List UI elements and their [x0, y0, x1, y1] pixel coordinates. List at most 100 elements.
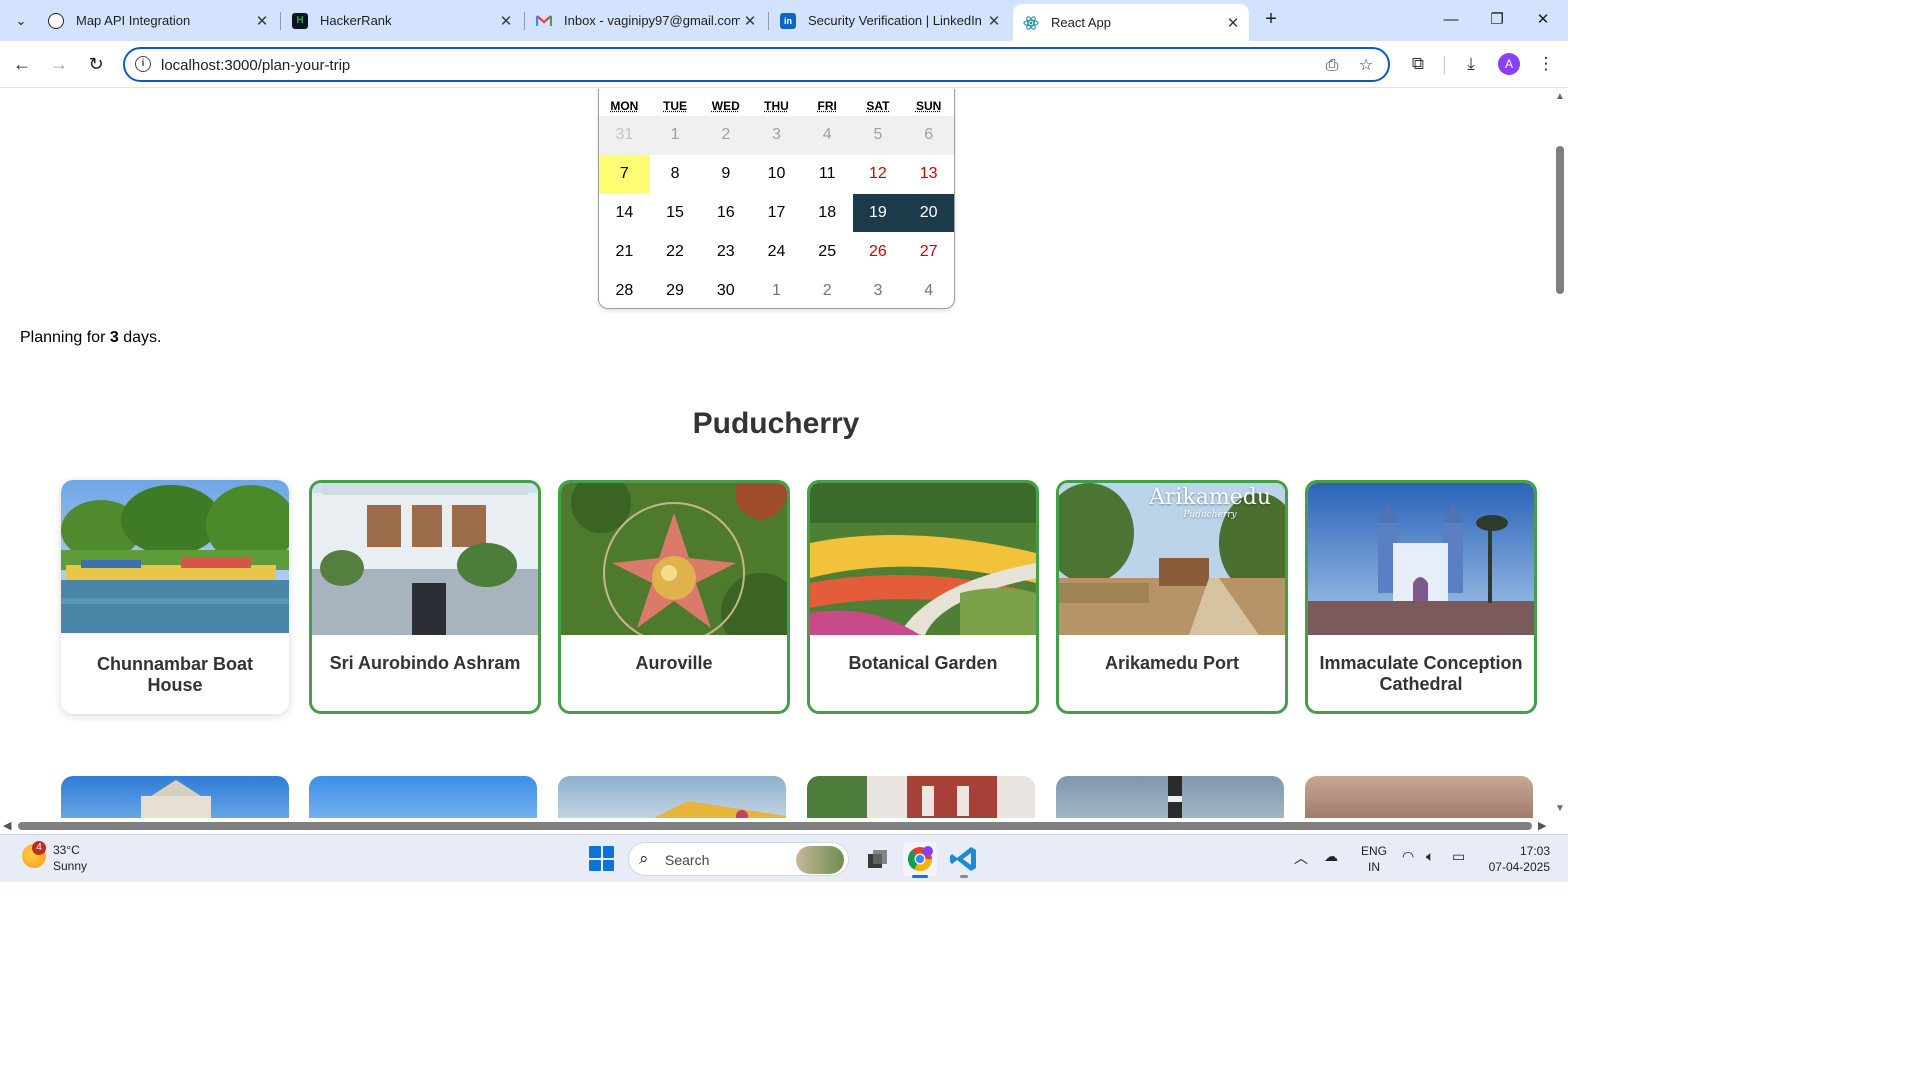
back-arrow-icon[interactable]: ← — [8, 50, 36, 78]
forward-arrow-icon[interactable]: → — [45, 50, 73, 78]
reload-icon[interactable]: ↻ — [82, 50, 110, 78]
toolbar-separator — [1444, 56, 1445, 74]
calendar-day[interactable]: 21 — [599, 232, 650, 271]
close-tab-icon[interactable]: ✕ — [496, 12, 516, 30]
calendar-day-weekend[interactable]: 12 — [853, 155, 904, 194]
scroll-up-arrow-icon[interactable]: ▲ — [1555, 91, 1565, 102]
weekday-label: TUE — [663, 99, 688, 113]
place-card-botanical-garden[interactable]: Botanical Garden — [807, 480, 1039, 714]
url-text[interactable]: localhost:3000/plan-your-trip — [161, 57, 350, 74]
tab-gmail[interactable]: Inbox - vaginipy97@gmail.com ✕ — [526, 6, 766, 35]
calendar-day[interactable]: 22 — [650, 232, 701, 271]
download-icon[interactable]: ⤓ — [1458, 51, 1484, 77]
place-card-arikamedu-port[interactable]: Arikamedu Puducherry Arikamedu Port — [1056, 480, 1288, 714]
place-image — [312, 483, 538, 635]
calendar-day[interactable]: 24 — [751, 232, 802, 271]
calendar-day[interactable]: 10 — [751, 155, 802, 194]
tab-linkedin[interactable]: in Security Verification | LinkedIn ✕ — [770, 6, 1010, 35]
vertical-scroll-thumb[interactable] — [1556, 146, 1564, 294]
calendar-day-selected[interactable]: 19 — [852, 193, 904, 233]
place-card-aurobindo-ashram[interactable]: Sri Aurobindo Ashram — [309, 480, 541, 714]
profile-avatar[interactable]: A — [1498, 53, 1520, 75]
calendar-day-selected[interactable]: 20 — [903, 193, 954, 233]
calendar-day-weekend[interactable]: 27 — [903, 232, 954, 271]
calendar-day-next-month[interactable]: 2 — [802, 271, 853, 308]
tab-search-chevron-icon[interactable]: ⌄ — [8, 8, 34, 34]
scroll-left-arrow-icon[interactable]: ◀ — [3, 819, 11, 832]
calendar-day-next-month[interactable]: 4 — [903, 271, 954, 308]
bookmark-star-icon[interactable]: ☆ — [1355, 55, 1377, 77]
calendar-day[interactable]: 15 — [650, 194, 701, 233]
restore-icon[interactable]: ❐ — [1474, 6, 1520, 34]
calendar-day: 31 — [599, 116, 650, 155]
vscode-taskbar-icon[interactable] — [947, 842, 981, 876]
language-indicator[interactable]: ENG IN — [1361, 843, 1387, 875]
windows-start-icon[interactable] — [589, 846, 614, 871]
calendar-day: 4 — [801, 116, 853, 155]
close-window-icon[interactable]: ✕ — [1520, 6, 1566, 34]
new-tab-plus-icon[interactable]: + — [1259, 8, 1283, 32]
calendar-day-next-month[interactable]: 3 — [853, 271, 904, 308]
horizontal-scrollbar[interactable]: ◀ ▶ — [0, 818, 1568, 834]
language-code: ENG — [1361, 844, 1388, 858]
calendar-day[interactable]: 16 — [700, 194, 751, 233]
tab-separator — [524, 12, 525, 30]
calendar-day[interactable]: 28 — [599, 271, 650, 308]
install-app-icon[interactable]: ⎙ — [1321, 55, 1343, 77]
close-tab-icon[interactable]: ✕ — [984, 12, 1004, 30]
onedrive-cloud-icon[interactable]: ☁ — [1324, 848, 1338, 865]
close-tab-icon[interactable]: ✕ — [1223, 14, 1243, 32]
tab-map-api[interactable]: Map API Integration ✕ — [38, 6, 278, 35]
minimize-icon[interactable]: — — [1428, 6, 1474, 34]
calendar-day[interactable]: 30 — [700, 271, 751, 308]
calendar-day-today[interactable]: 7 — [599, 154, 650, 194]
battery-icon[interactable]: ▭ — [1452, 848, 1465, 865]
scroll-right-arrow-icon[interactable]: ▶ — [1538, 819, 1546, 832]
calendar-day[interactable]: 9 — [700, 155, 751, 194]
scroll-down-arrow-icon[interactable]: ▼ — [1555, 803, 1565, 814]
place-card-partial[interactable] — [309, 776, 537, 818]
place-card-auroville[interactable]: Auroville — [558, 480, 790, 714]
planning-duration-text: Planning for 3 days. — [20, 329, 161, 347]
site-info-icon[interactable]: i — [135, 56, 151, 72]
calendar-day-weekend[interactable]: 26 — [853, 232, 904, 271]
horizontal-scroll-thumb[interactable] — [18, 822, 1532, 830]
task-view-icon[interactable] — [860, 842, 894, 876]
tray-overflow-chevron-icon[interactable]: ︿ — [1294, 848, 1308, 868]
place-card-partial[interactable] — [61, 776, 289, 818]
calendar-day-next-month[interactable]: 1 — [751, 271, 802, 308]
calendar-weekday-header: MON TUE WED THU FRI SAT SUN — [599, 89, 954, 116]
calendar-day[interactable]: 18 — [802, 194, 853, 233]
tab-hackerrank[interactable]: H HackerRank ✕ — [282, 6, 522, 35]
calendar-day[interactable]: 14 — [599, 194, 650, 233]
weather-temperature[interactable]: 33°C — [53, 843, 80, 857]
vertical-scrollbar[interactable]: ▲ ▼ — [1552, 89, 1568, 818]
tab-react-app[interactable]: React App ✕ — [1013, 4, 1249, 41]
calendar-day[interactable]: 25 — [802, 232, 853, 271]
place-card-partial[interactable] — [558, 776, 786, 818]
address-bar[interactable]: i localhost:3000/plan-your-trip ⎙ ☆ — [123, 47, 1390, 82]
close-tab-icon[interactable]: ✕ — [740, 12, 760, 30]
taskbar-search-box[interactable]: ⌕ Search — [628, 842, 849, 876]
calendar-day[interactable]: 11 — [802, 155, 853, 194]
close-tab-icon[interactable]: ✕ — [252, 12, 272, 30]
calendar-day[interactable]: 23 — [700, 232, 751, 271]
extensions-puzzle-icon[interactable]: ⧉ — [1405, 51, 1431, 77]
place-card-partial[interactable] — [807, 776, 1035, 818]
menu-kebab-icon[interactable]: ⋮ — [1533, 51, 1559, 77]
calendar-day[interactable]: 8 — [650, 155, 701, 194]
calendar-day-weekend[interactable]: 13 — [903, 155, 954, 194]
calendar-day[interactable]: 17 — [751, 194, 802, 233]
chrome-taskbar-icon[interactable] — [903, 842, 937, 876]
place-card-immaculate-cathedral[interactable]: Immaculate Conception Cathedral — [1305, 480, 1537, 714]
taskbar-clock[interactable]: 17:03 07-04-2025 — [1484, 843, 1550, 875]
tab-title: Map API Integration — [76, 13, 191, 28]
weather-description[interactable]: Sunny — [53, 859, 87, 873]
place-card-partial[interactable] — [1305, 776, 1533, 818]
wifi-icon[interactable]: ◠ — [1402, 848, 1414, 865]
place-name: Botanical Garden — [848, 653, 998, 673]
place-card-partial[interactable] — [1056, 776, 1284, 818]
calendar-day[interactable]: 29 — [650, 271, 701, 308]
volume-icon[interactable]: 🔈︎ — [1426, 848, 1434, 865]
place-card-chunnambar[interactable]: Chunnambar Boat House — [61, 480, 289, 714]
